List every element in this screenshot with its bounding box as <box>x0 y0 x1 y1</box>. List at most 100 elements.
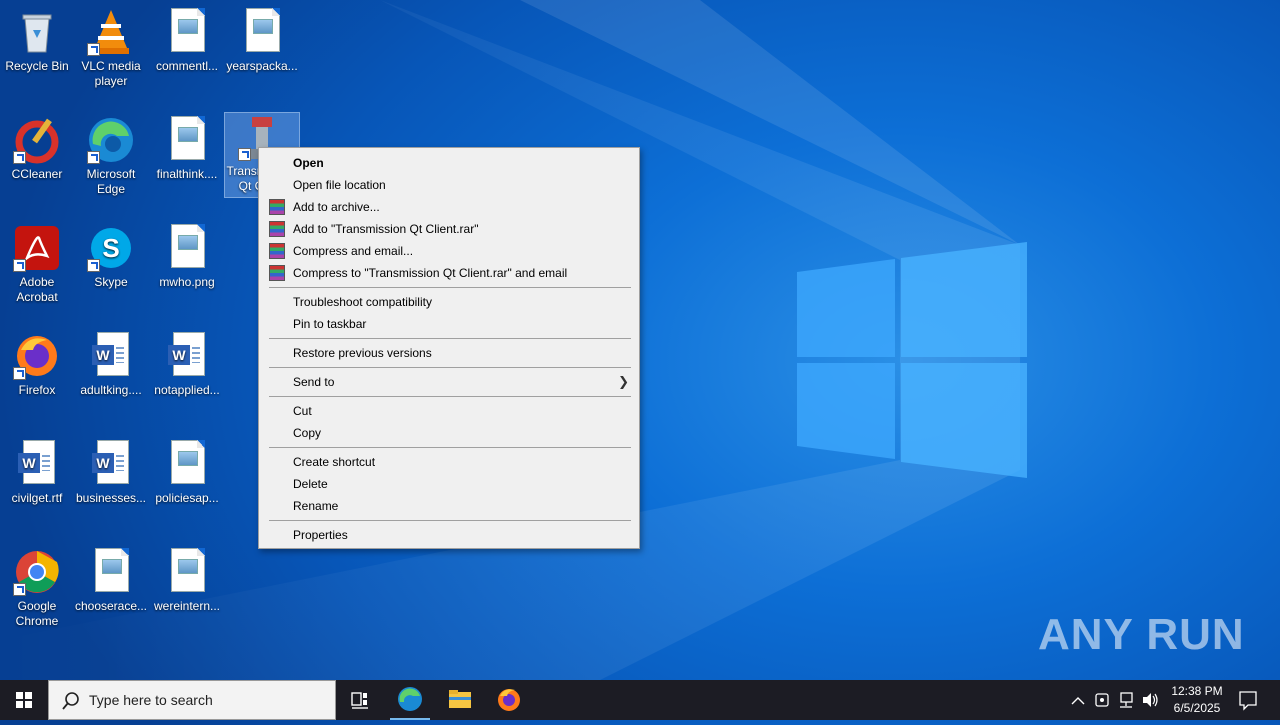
menu-separator <box>269 287 631 288</box>
shortcut-arrow-icon <box>13 259 26 272</box>
desktop-icon-word-doc[interactable]: W notapplied... <box>150 332 224 398</box>
windows-logo-wallpaper <box>797 242 1027 478</box>
shortcut-arrow-icon <box>13 151 26 164</box>
desktop-icon-file[interactable]: finalthink.... <box>150 116 224 182</box>
menu-item-create-shortcut[interactable]: Create shortcut <box>259 451 639 473</box>
tray-network-icon[interactable] <box>1116 680 1136 720</box>
menu-item-open[interactable]: Open <box>259 152 639 174</box>
tray-device-icon[interactable] <box>1092 680 1112 720</box>
desktop-icon-label: notapplied... <box>154 383 220 397</box>
chevron-up-icon <box>1071 697 1085 705</box>
desktop-icon-file[interactable]: chooserace... <box>74 548 148 614</box>
image-file-icon <box>163 8 211 56</box>
speaker-icon <box>1143 693 1158 707</box>
winrar-icon <box>269 221 285 237</box>
clock-time: 12:38 PM <box>1171 684 1223 698</box>
shortcut-arrow-icon <box>238 148 251 161</box>
network-icon <box>1120 692 1133 708</box>
winrar-icon <box>269 265 285 281</box>
desktop-icon-edge[interactable]: Microsoft Edge <box>74 116 148 197</box>
desktop-icon-file[interactable]: mwho.png <box>150 224 224 290</box>
recycle-bin-icon <box>13 8 61 56</box>
menu-item-delete[interactable]: Delete <box>259 473 639 495</box>
winrar-icon <box>269 243 285 259</box>
taskbar-clock[interactable]: 12:38 PM 6/5/2025 <box>1160 683 1234 717</box>
word-document-icon: W <box>163 332 211 380</box>
desktop-icon-label: Firefox <box>18 383 56 397</box>
desktop-icon-word-doc[interactable]: W civilget.rtf <box>0 440 74 506</box>
image-file-icon <box>163 548 211 596</box>
desktop-icon-label: Recycle Bin <box>5 59 69 73</box>
winrar-icon <box>269 199 285 215</box>
word-document-icon: W <box>87 332 135 380</box>
menu-item-rename[interactable]: Rename <box>259 495 639 517</box>
desktop-icon-label: yearspacka... <box>226 59 298 73</box>
desktop-icon-label: adultking.... <box>80 383 142 397</box>
shortcut-arrow-icon <box>87 151 100 164</box>
desktop-icon-firefox[interactable]: Firefox <box>0 332 74 398</box>
windows-start-icon <box>16 692 32 708</box>
desktop-icon-label: Adobe Acrobat <box>16 275 58 304</box>
tray-volume-icon[interactable] <box>1140 680 1160 720</box>
menu-item-pin-to-taskbar[interactable]: Pin to taskbar <box>259 313 639 335</box>
desktop-icon-word-doc[interactable]: W adultking.... <box>74 332 148 398</box>
desktop-icon-label: chooserace... <box>74 599 148 613</box>
desktop-icon-vlc[interactable]: VLC media player <box>74 8 148 89</box>
edge-icon <box>87 116 135 164</box>
desktop-icon-chrome[interactable]: Google Chrome <box>0 548 74 629</box>
image-file-icon <box>163 440 211 488</box>
menu-item-open-file-location[interactable]: Open file location <box>259 174 639 196</box>
task-view-icon <box>351 692 368 709</box>
desktop-icon-file[interactable]: policiesap... <box>150 440 224 506</box>
chrome-icon <box>13 548 61 596</box>
desktop-icon-label: wereintern... <box>153 599 221 613</box>
menu-item-cut[interactable]: Cut <box>259 400 639 422</box>
desktop-icon-label: businesses... <box>75 491 147 505</box>
desktop-icon-skype[interactable]: S Skype <box>74 224 148 290</box>
menu-item-add-to-archive[interactable]: Add to archive... <box>259 196 639 218</box>
desktop-icon-word-doc[interactable]: W businesses... <box>74 440 148 506</box>
desktop-icon-file[interactable]: wereintern... <box>150 548 224 614</box>
taskbar-firefox[interactable] <box>485 680 533 720</box>
desktop-icon-label: Skype <box>94 275 128 289</box>
desktop-icon-ccleaner[interactable]: CCleaner <box>0 116 74 182</box>
menu-item-properties[interactable]: Properties <box>259 524 639 546</box>
desktop-icon-file[interactable]: commentl... <box>150 8 224 74</box>
shortcut-arrow-icon <box>87 259 100 272</box>
menu-item-add-to-rar[interactable]: Add to "Transmission Qt Client.rar" <box>259 218 639 240</box>
menu-item-send-to[interactable]: Send to ❯ <box>259 371 639 393</box>
menu-item-copy[interactable]: Copy <box>259 422 639 444</box>
desktop-icon-file[interactable]: yearspacka... <box>225 8 299 74</box>
image-file-icon <box>163 116 211 164</box>
menu-separator <box>269 447 631 448</box>
menu-item-compress-to-rar-and-email[interactable]: Compress to "Transmission Qt Client.rar"… <box>259 262 639 284</box>
desktop-icon-acrobat[interactable]: Adobe Acrobat <box>0 224 74 305</box>
menu-separator <box>269 396 631 397</box>
shortcut-arrow-icon <box>13 367 26 380</box>
taskbar: Type here to search 12:38 PM 6/5/2025 <box>0 680 1280 720</box>
desktop-icon-recycle-bin[interactable]: Recycle Bin <box>0 8 74 74</box>
desktop-icon-label: civilget.rtf <box>11 491 63 505</box>
menu-item-compress-and-email[interactable]: Compress and email... <box>259 240 639 262</box>
menu-item-restore-previous-versions[interactable]: Restore previous versions <box>259 342 639 364</box>
image-file-icon <box>163 224 211 272</box>
taskbar-edge[interactable] <box>386 680 434 720</box>
menu-separator <box>269 367 631 368</box>
desktop-icon-label: Google Chrome <box>15 599 59 628</box>
menu-item-troubleshoot-compatibility[interactable]: Troubleshoot compatibility <box>259 291 639 313</box>
folder-icon <box>449 690 471 708</box>
shortcut-arrow-icon <box>13 583 26 596</box>
task-view-button[interactable] <box>336 680 384 720</box>
taskbar-search-box[interactable]: Type here to search <box>48 680 336 720</box>
notification-center-button[interactable] <box>1236 680 1260 720</box>
menu-separator <box>269 338 631 339</box>
firefox-icon <box>498 689 520 711</box>
context-menu: Open Open file location Add to archive..… <box>258 147 640 549</box>
show-hidden-icons-button[interactable] <box>1068 680 1088 720</box>
taskbar-file-explorer[interactable] <box>436 680 484 720</box>
svg-text:S: S <box>102 233 119 263</box>
start-button[interactable] <box>0 680 48 720</box>
desktop-icon-label: policiesap... <box>155 491 219 505</box>
vlc-cone-icon <box>87 8 135 56</box>
skype-icon: S <box>87 224 135 272</box>
